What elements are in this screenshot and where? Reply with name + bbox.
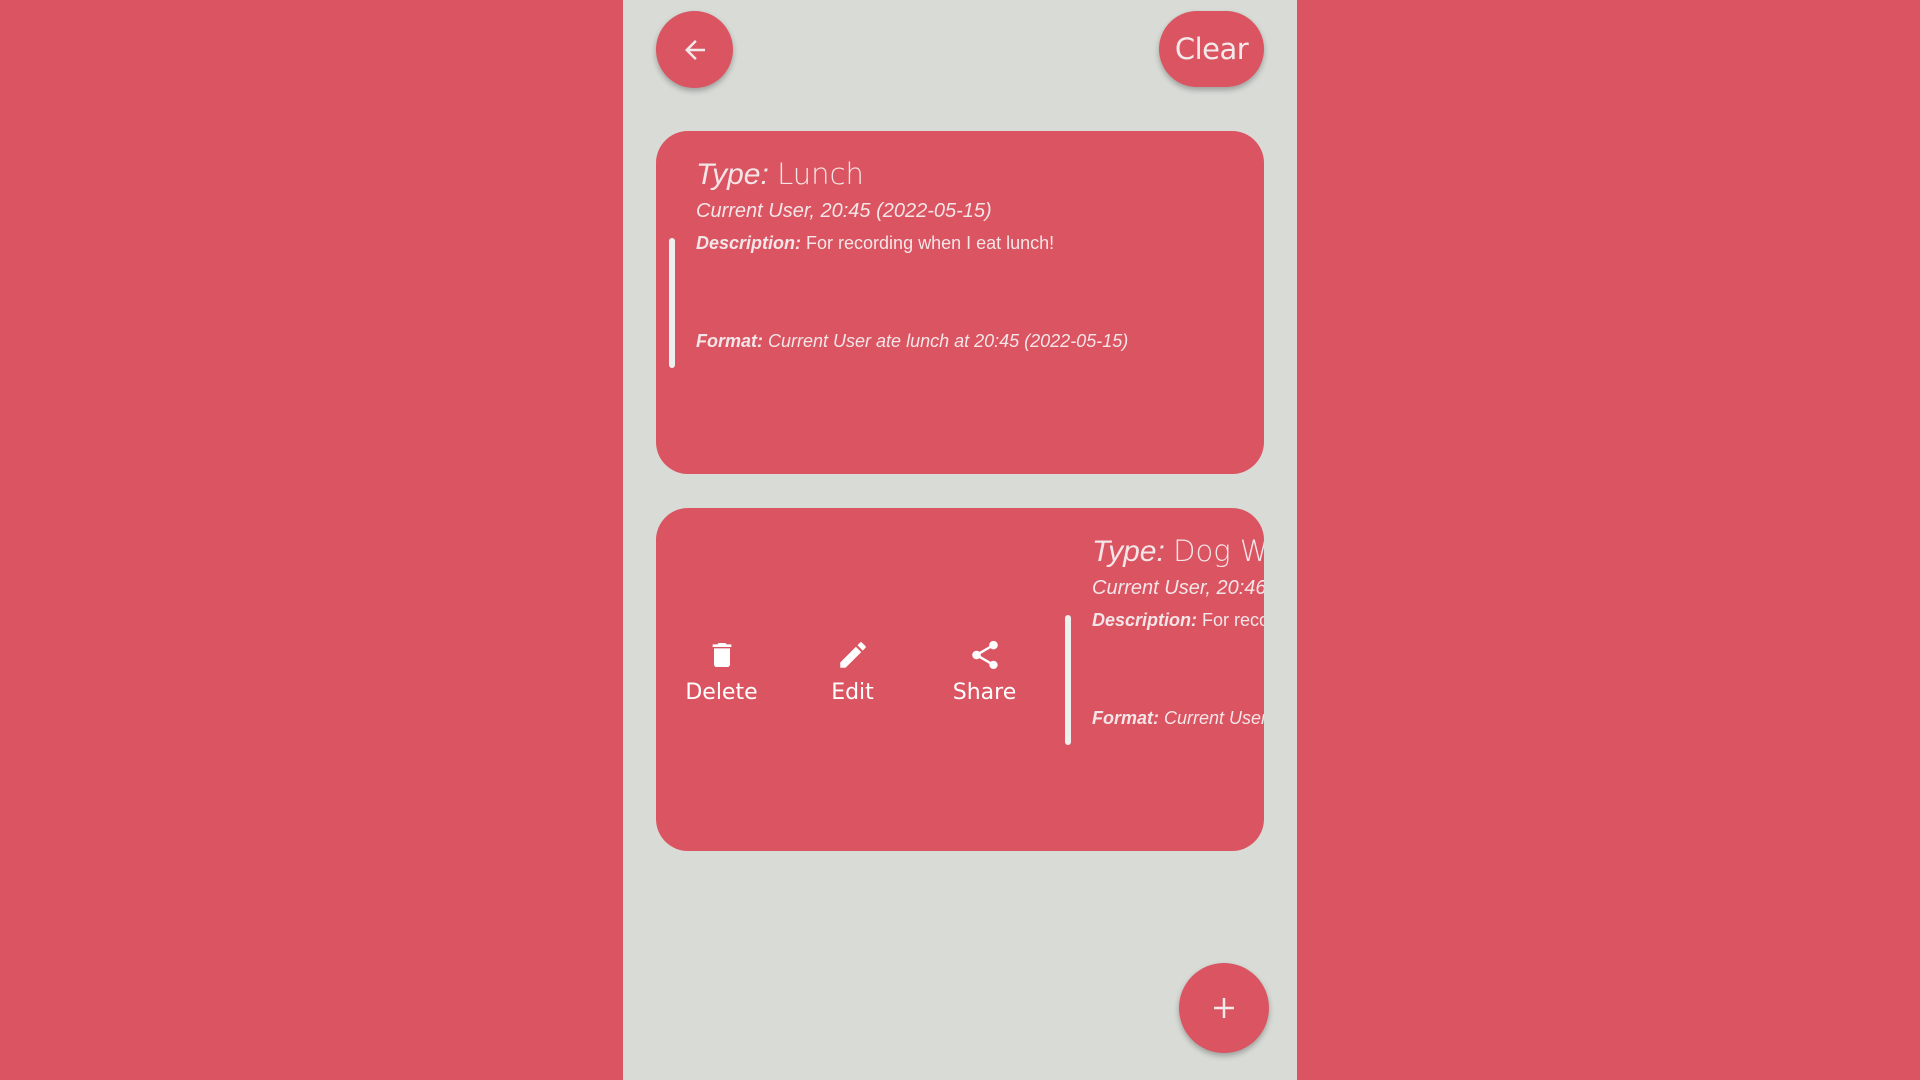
event-card-swiped[interactable]: Delete Edit Share Type: Dog Wa Current U: [656, 508, 1264, 851]
type-label: Type:: [696, 158, 769, 191]
type-value: Dog Wa: [1173, 534, 1264, 568]
type-line: Type: Lunch: [696, 157, 1128, 192]
plus-icon: [1214, 998, 1234, 1018]
card-divider: [669, 238, 675, 368]
event-card[interactable]: Type: Lunch Current User, 20:45 (2022-05…: [656, 131, 1264, 474]
card-actions: Delete Edit Share: [656, 638, 1051, 705]
type-line: Type: Dog Wa: [1092, 534, 1264, 569]
description-label: Description:: [696, 233, 802, 253]
type-label: Type:: [1092, 535, 1165, 568]
description-value: For recording when I eat lunch!: [806, 233, 1055, 253]
share-label: Share: [952, 680, 1017, 705]
share-button[interactable]: Share: [918, 638, 1051, 705]
format-value: Current User ate lunch at 20:45 (2022-05…: [768, 331, 1129, 351]
share-icon: [971, 640, 998, 670]
description-line: Description: For reco: [1092, 610, 1264, 631]
user-timestamp: Current User, 20:46: [1092, 577, 1264, 599]
format-label: Format:: [1092, 708, 1159, 728]
format-line: Format: Current User: [1092, 708, 1264, 729]
description-value: For reco: [1202, 610, 1264, 630]
card-divider: [1065, 615, 1071, 745]
app-screen: Clear Type: Lunch Current User, 20:45 (2…: [623, 0, 1297, 1080]
card-content: Type: Lunch Current User, 20:45 (2022-05…: [696, 157, 1128, 352]
format-label: Format:: [696, 331, 763, 351]
edit-label: Edit: [831, 680, 874, 705]
description-line: Description: For recording when I eat lu…: [696, 233, 1128, 254]
format-value: Current User: [1164, 708, 1264, 728]
type-value: Lunch: [777, 157, 864, 191]
trash-icon: [712, 643, 731, 667]
arrow-left-icon: [684, 39, 705, 60]
user-timestamp: Current User, 20:45 (2022-05-15): [696, 200, 992, 222]
clear-button[interactable]: Clear: [1159, 11, 1264, 87]
delete-button[interactable]: Delete: [656, 638, 787, 705]
delete-label: Delete: [685, 680, 758, 705]
pencil-icon: [839, 642, 866, 668]
format-line: Format: Current User ate lunch at 20:45 …: [696, 331, 1128, 352]
add-button[interactable]: [1179, 963, 1269, 1053]
back-button[interactable]: [656, 11, 733, 88]
card-content: Type: Dog Wa Current User, 20:46 Descrip…: [1092, 534, 1264, 729]
description-label: Description:: [1092, 610, 1198, 630]
edit-button[interactable]: Edit: [787, 638, 918, 705]
